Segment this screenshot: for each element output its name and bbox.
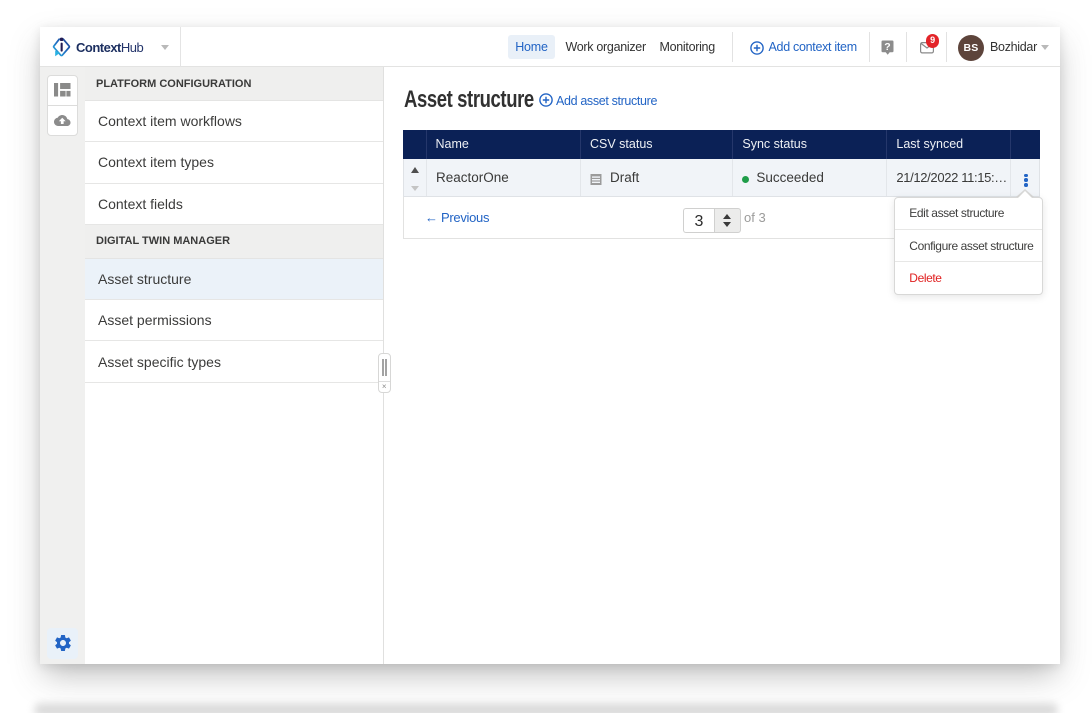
svg-text:?: ? — [884, 41, 890, 53]
